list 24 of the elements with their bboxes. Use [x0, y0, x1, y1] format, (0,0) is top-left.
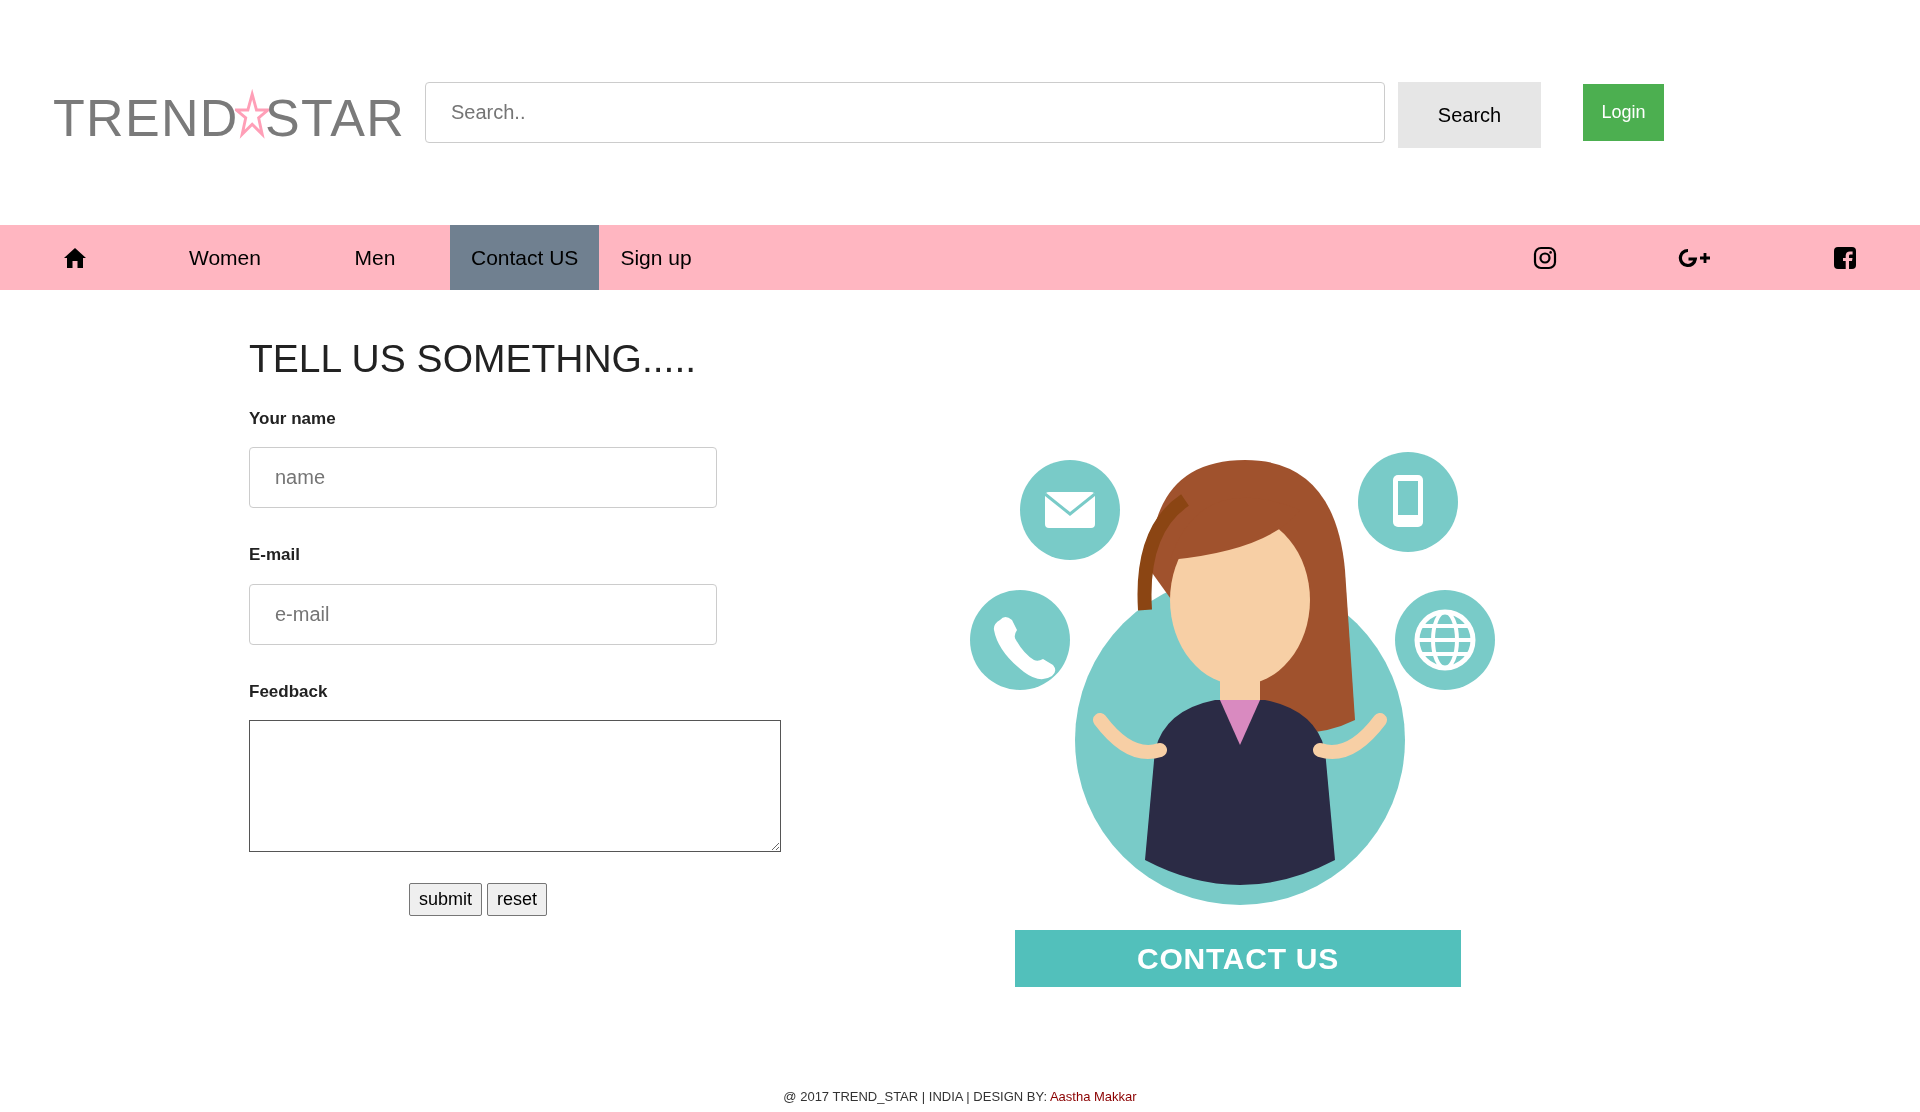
facebook-icon[interactable]: [1834, 246, 1856, 269]
form-heading: TELL US SOMETHNG.....: [249, 336, 698, 382]
nav-link[interactable]: Contact US: [450, 225, 600, 290]
logo-text: STAR: [264, 91, 405, 144]
nav-link[interactable]: Women: [150, 225, 300, 290]
field-label: Feedback: [249, 680, 329, 703]
footer-text: @ 2017 TREND_STAR | INDIA | DESIGN BY: Aastha Makkar: [783, 1088, 1137, 1106]
nav-link[interactable]: Sign up: [599, 225, 713, 290]
input-field[interactable]: e-mail: [249, 583, 717, 645]
instagram-icon[interactable]: [1533, 245, 1557, 270]
form-button[interactable]: submit: [409, 883, 482, 917]
search-button[interactable]: Search: [1398, 82, 1541, 148]
field-label: E-mail: [249, 544, 302, 567]
site-logo[interactable]: TREND STAR: [53, 81, 405, 144]
form-button[interactable]: reset: [487, 883, 548, 917]
home-icon[interactable]: [63, 246, 87, 269]
nav-link[interactable]: Men: [300, 225, 450, 290]
input-field[interactable]: name: [249, 447, 717, 509]
author-link[interactable]: Aastha Makkar: [1049, 1089, 1137, 1104]
logo-text: TREND: [53, 91, 239, 144]
search-field[interactable]: Search..: [425, 82, 1385, 143]
banner-text: CONTACT US: [1137, 941, 1339, 977]
field-label: Your name: [249, 407, 337, 430]
google-plus-icon[interactable]: [1678, 246, 1712, 269]
